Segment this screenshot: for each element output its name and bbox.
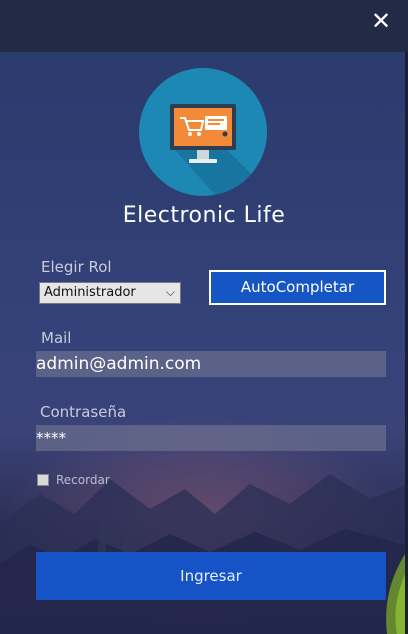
background-foliage	[386, 554, 405, 634]
remember-label: Recordar	[56, 473, 110, 487]
login-button[interactable]: Ingresar	[36, 552, 386, 600]
autocomplete-button[interactable]: AutoCompletar	[209, 270, 386, 305]
app-title: Electronic Life	[122, 203, 286, 228]
mail-field[interactable]: admin@admin.com	[36, 351, 386, 377]
mail-label: Mail	[41, 329, 72, 347]
remember-row: Recordar	[37, 473, 110, 487]
close-icon[interactable]: ✕	[368, 8, 394, 34]
computer-cart-icon	[139, 68, 267, 196]
password-label: Contraseña	[40, 403, 127, 421]
role-selected-value: Administrador	[44, 285, 136, 300]
remember-checkbox[interactable]	[37, 474, 49, 486]
login-window: ✕ Electronic Life Elegir Rol Administrad…	[0, 0, 408, 634]
password-field[interactable]: ****	[36, 425, 386, 451]
role-label: Elegir Rol	[41, 258, 112, 276]
role-select[interactable]: Administrador ⌵	[39, 282, 181, 304]
chevron-down-icon: ⌵	[165, 285, 175, 299]
title-bar: ✕	[0, 0, 408, 52]
